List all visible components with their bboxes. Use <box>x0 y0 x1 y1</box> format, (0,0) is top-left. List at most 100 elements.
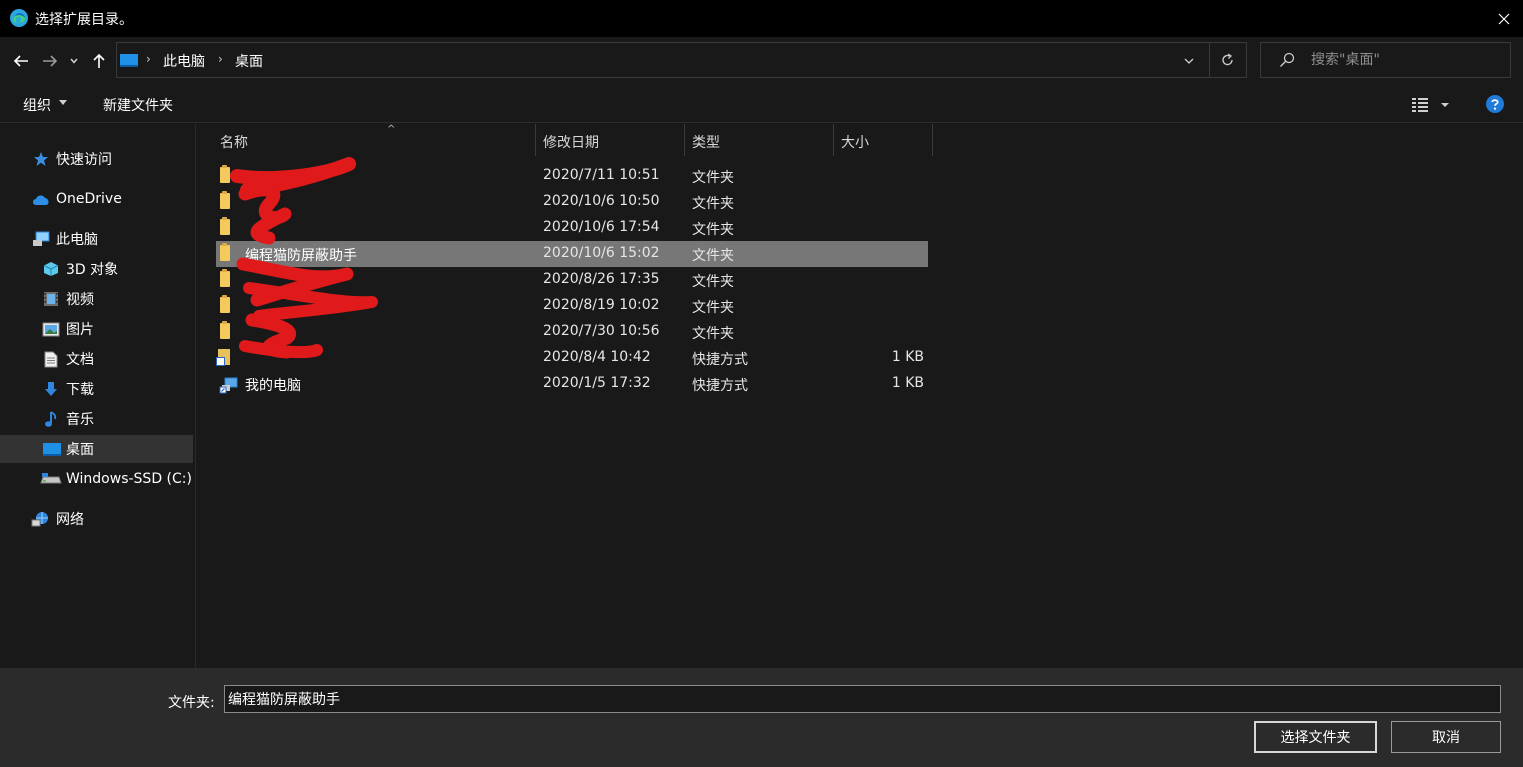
sidebar-item-label: 音乐 <box>66 412 94 428</box>
file-row[interactable]: 编程猫防屏蔽助手 2020/10/6 15:02 文件夹 <box>216 241 928 267</box>
column-header-label: 大小 <box>841 135 869 151</box>
file-row[interactable]: 2020/7/11 10:51 文件夹 <box>216 163 928 189</box>
file-date: 2020/8/26 17:35 <box>543 271 660 287</box>
address-history-button[interactable] <box>1179 51 1199 71</box>
shortcut-icon <box>216 349 230 366</box>
navigation-pane: 快速访问 OneDrive 此电脑 3D 对象 视频 图片 文档 下载 音乐 桌… <box>0 124 196 668</box>
sidebar-item-documents[interactable]: 文档 <box>0 345 193 373</box>
column-header-size[interactable]: 大小 <box>834 124 933 156</box>
file-date: 2020/7/11 10:51 <box>543 167 660 183</box>
breadcrumb-separator-icon: › <box>218 52 223 66</box>
divider <box>1209 43 1210 77</box>
file-type: 文件夹 <box>692 300 734 316</box>
cancel-button[interactable]: 取消 <box>1391 721 1501 753</box>
recent-locations-button[interactable] <box>66 50 82 72</box>
address-bar[interactable]: › 此电脑 › 桌面 <box>116 42 1247 78</box>
drive-icon <box>40 470 62 488</box>
breadcrumb-this-pc[interactable]: 此电脑 <box>163 51 205 71</box>
window-title: 选择扩展目录。 <box>35 12 133 28</box>
sidebar-item-desktop[interactable]: 桌面 <box>0 435 193 463</box>
close-icon <box>1498 13 1510 24</box>
sidebar-item-music[interactable]: 音乐 <box>0 405 193 433</box>
file-type: 快捷方式 <box>692 352 748 368</box>
folder-icon <box>220 295 230 313</box>
navigation-bar: › 此电脑 › 桌面 <box>0 37 1523 85</box>
sidebar-item-quick-access[interactable]: 快速访问 <box>0 145 193 173</box>
sidebar-item-label: 桌面 <box>66 442 94 458</box>
file-row[interactable]: 2020/8/4 10:42 快捷方式 1 KB <box>216 345 928 371</box>
arrow-right-icon <box>43 55 58 67</box>
title-bar: 选择扩展目录。 <box>0 0 1523 37</box>
computer-icon <box>32 230 50 248</box>
sidebar-item-label: 视频 <box>66 292 94 308</box>
sidebar-item-downloads[interactable]: 下载 <box>0 375 193 403</box>
details-view-icon <box>1412 98 1449 112</box>
sidebar-item-pictures[interactable]: 图片 <box>0 315 193 343</box>
folder-name-input[interactable] <box>224 685 1501 713</box>
desktop-icon <box>120 54 138 71</box>
breadcrumb-desktop[interactable]: 桌面 <box>235 51 263 71</box>
file-type: 文件夹 <box>692 248 734 264</box>
folder-icon <box>220 191 230 209</box>
file-list: 名称 ^ 修改日期 类型 大小 2020/7/11 10:51 文件夹 2020/1… <box>197 124 1523 668</box>
back-button[interactable] <box>11 50 31 72</box>
folder-icon <box>220 165 230 183</box>
refresh-button[interactable] <box>1215 49 1239 71</box>
select-folder-button[interactable]: 选择文件夹 <box>1254 721 1377 753</box>
folder-icon <box>220 217 230 235</box>
refresh-icon <box>1221 53 1233 66</box>
change-view-button[interactable] <box>1411 96 1453 114</box>
sidebar-item-videos[interactable]: 视频 <box>0 285 193 313</box>
forward-button[interactable] <box>40 50 60 72</box>
sidebar-item-3d-objects[interactable]: 3D 对象 <box>0 255 193 283</box>
up-button[interactable] <box>89 50 109 72</box>
search-icon <box>1279 52 1295 72</box>
file-date: 2020/8/4 10:42 <box>543 349 651 365</box>
column-header-label: 修改日期 <box>543 135 599 151</box>
sidebar-item-windows-ssd[interactable]: Windows-SSD (C:) <box>0 465 193 493</box>
sidebar-item-network[interactable]: 网络 <box>0 505 193 533</box>
new-folder-button[interactable]: 新建文件夹 <box>103 95 173 115</box>
file-row[interactable]: 2020/10/6 10:50 文件夹 <box>216 189 928 215</box>
file-size: 1 KB <box>891 349 924 365</box>
file-row[interactable]: 2020/10/6 17:54 文件夹 <box>216 215 928 241</box>
sidebar-item-label: 图片 <box>66 322 94 338</box>
file-type: 文件夹 <box>692 326 734 342</box>
file-row[interactable]: 2020/8/19 10:02 文件夹 <box>216 293 928 319</box>
file-name: 我的电脑 <box>245 378 301 394</box>
cloud-icon <box>31 190 51 208</box>
sidebar-item-label: OneDrive <box>56 191 122 207</box>
file-date: 2020/10/6 15:02 <box>543 245 660 261</box>
search-input[interactable] <box>1311 43 1506 77</box>
video-icon <box>42 290 60 308</box>
file-name: 编程猫防屏蔽助手 <box>245 248 357 264</box>
picture-icon <box>42 320 60 338</box>
file-row[interactable]: 2020/7/30 10:56 文件夹 <box>216 319 928 345</box>
cube-icon <box>42 260 60 278</box>
file-type: 文件夹 <box>692 222 734 238</box>
organize-button[interactable]: 组织 <box>23 95 51 115</box>
search-box[interactable] <box>1260 42 1511 78</box>
folder-field-label: 文件夹: <box>168 695 215 711</box>
breadcrumb-separator-icon: › <box>146 52 151 66</box>
close-button[interactable] <box>1485 0 1523 37</box>
sidebar-item-label: 此电脑 <box>56 232 98 248</box>
help-button[interactable] <box>1486 95 1504 117</box>
file-date: 2020/10/6 17:54 <box>543 219 660 235</box>
sidebar-item-onedrive[interactable]: OneDrive <box>0 185 193 213</box>
chevron-down-icon <box>1184 58 1194 64</box>
sidebar-item-label: 网络 <box>56 512 84 528</box>
column-header-name[interactable]: 名称 ^ <box>214 124 536 156</box>
file-row[interactable]: 我的电脑 2020/1/5 17:32 快捷方式 1 KB <box>216 371 928 397</box>
file-type: 快捷方式 <box>692 378 748 394</box>
column-header-date[interactable]: 修改日期 <box>536 124 685 156</box>
star-icon <box>32 150 50 168</box>
command-bar: 组织 新建文件夹 <box>0 85 1523 123</box>
file-type: 文件夹 <box>692 170 734 186</box>
file-row[interactable]: 2020/8/26 17:35 文件夹 <box>216 267 928 293</box>
column-header-type[interactable]: 类型 <box>685 124 834 156</box>
dialog-footer: 文件夹: 选择文件夹 取消 <box>0 668 1523 767</box>
file-date: 2020/8/19 10:02 <box>543 297 660 313</box>
music-icon <box>42 410 60 428</box>
sidebar-item-this-pc[interactable]: 此电脑 <box>0 225 193 253</box>
